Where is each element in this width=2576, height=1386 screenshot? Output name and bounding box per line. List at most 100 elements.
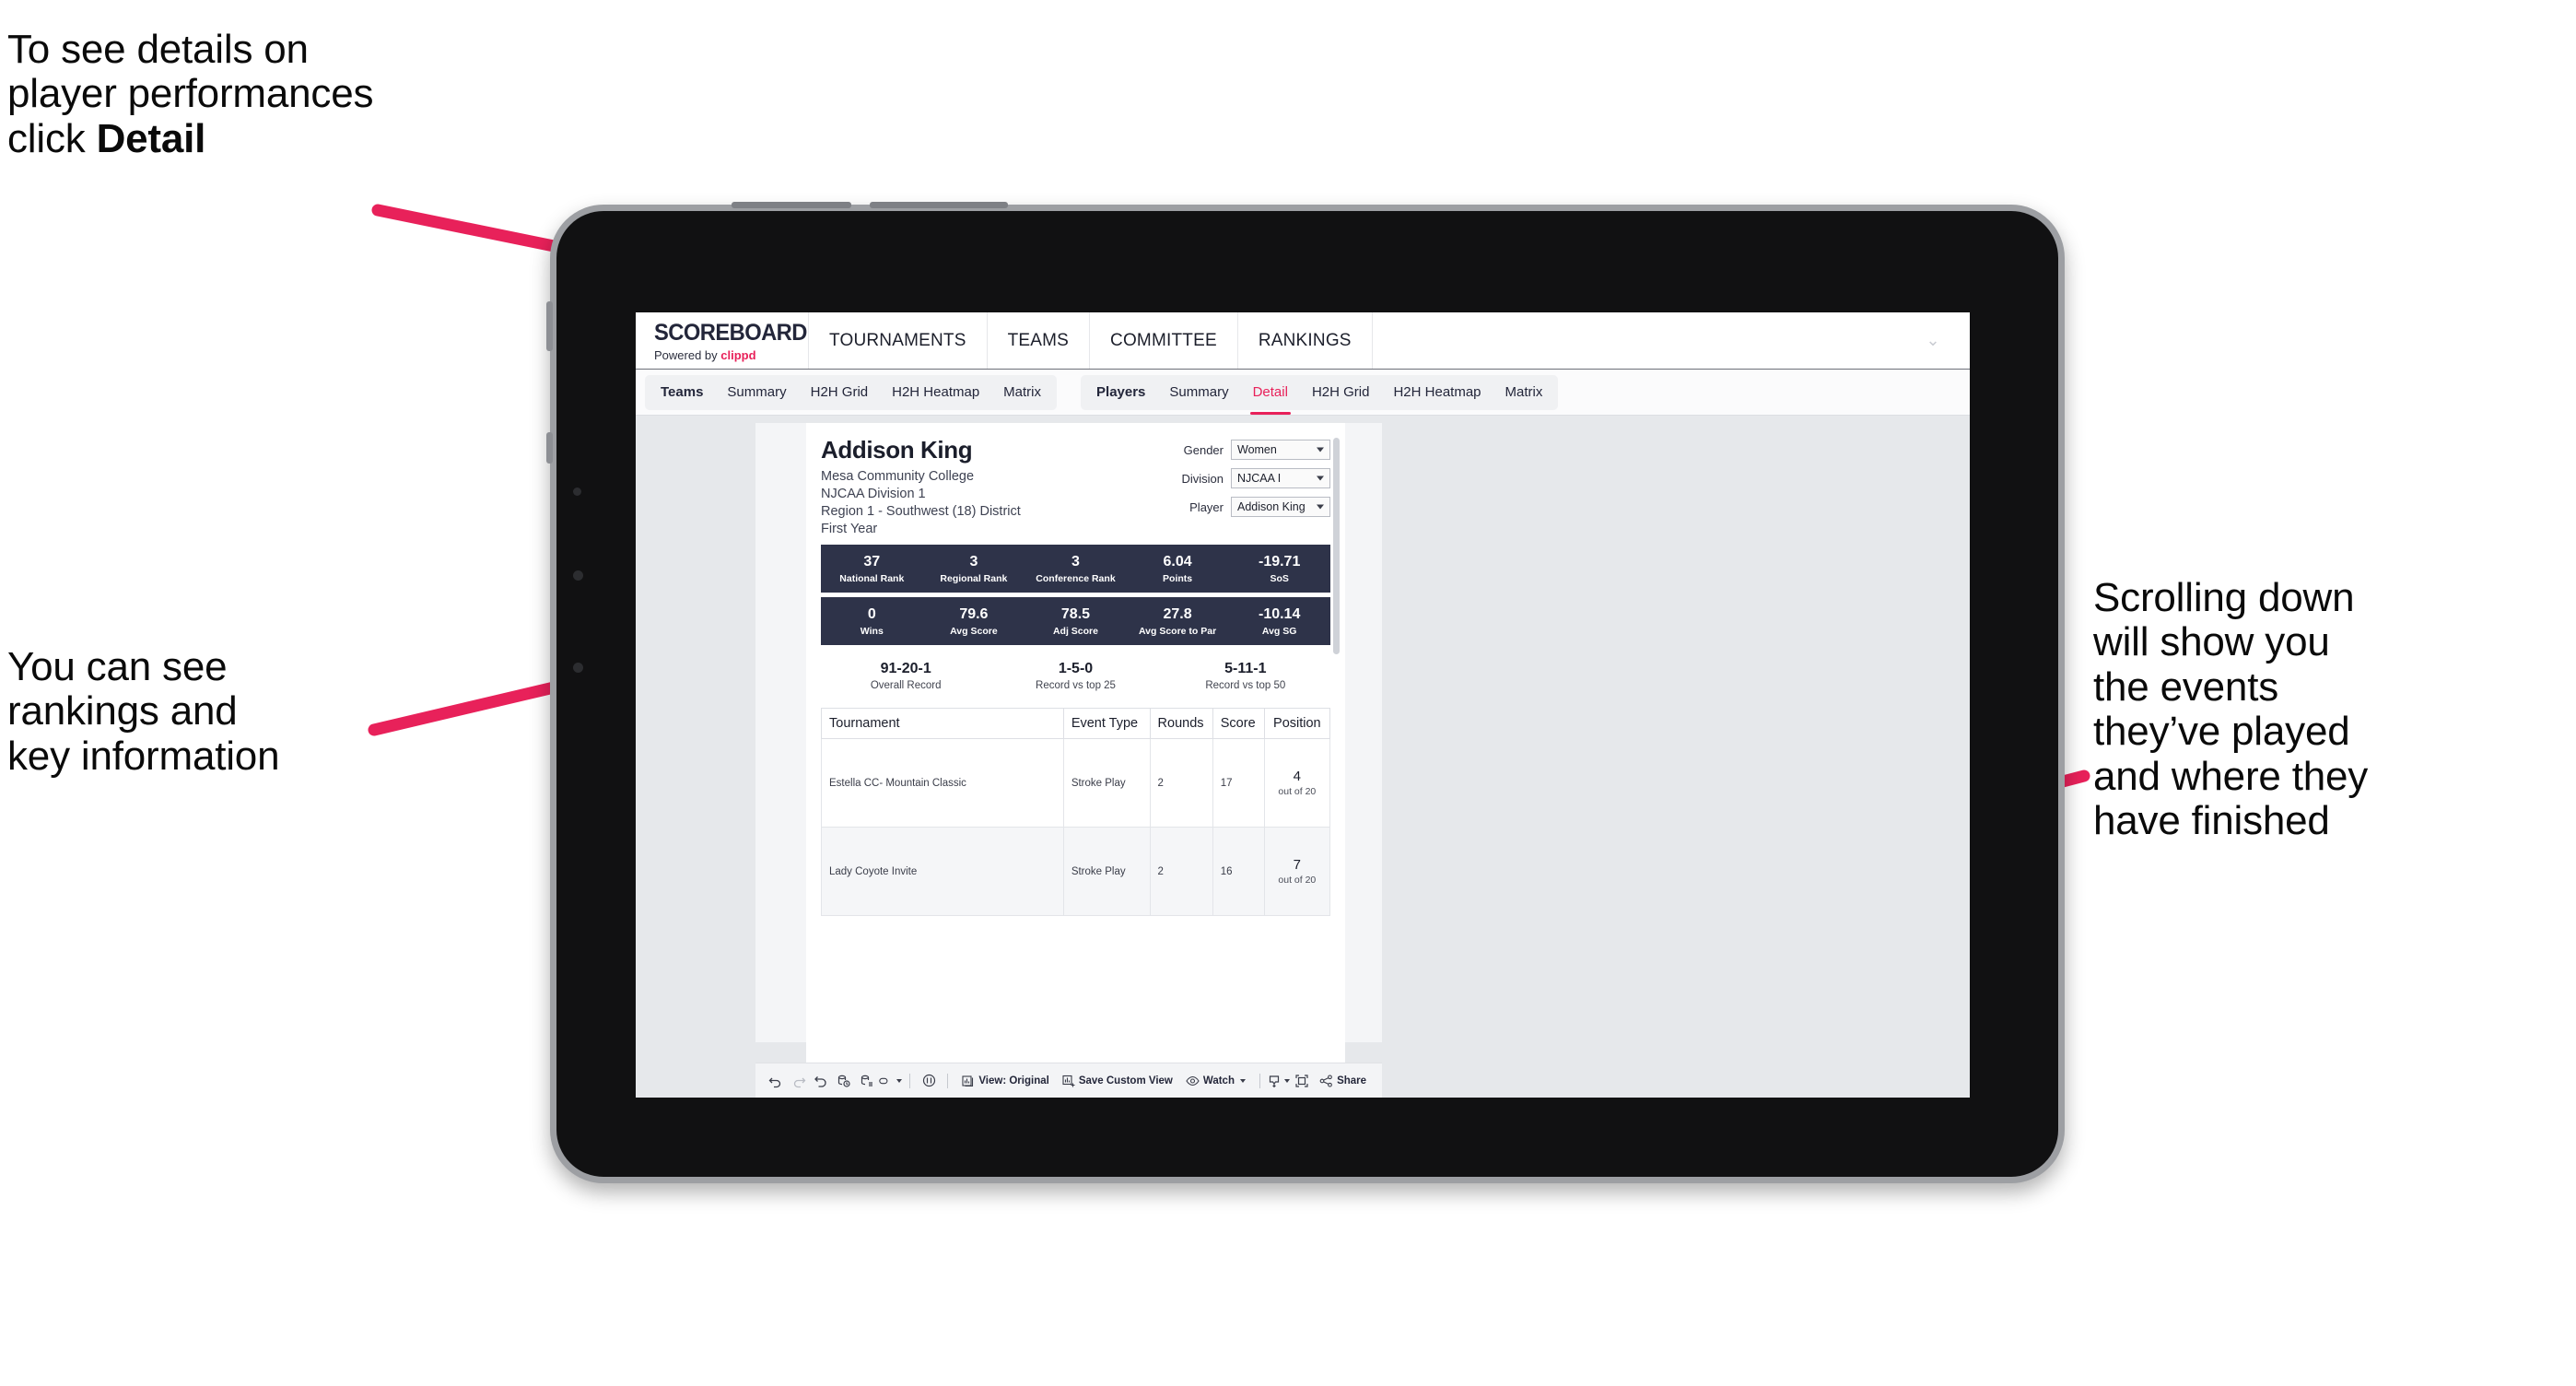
player-detail-card: Addison King Mesa Community College NJCA…: [806, 423, 1345, 1077]
filter-gender: Gender Women: [1176, 440, 1330, 460]
stats-row-rankings: 37 National Rank 3 Regional Rank 3 Confe…: [821, 545, 1330, 593]
brand-logo[interactable]: SCOREBOARD Powered by clippd: [636, 312, 809, 369]
stat-value: 37: [863, 554, 881, 570]
player-select-value: Addison King: [1237, 500, 1306, 513]
watch-label: Watch: [1202, 1075, 1235, 1086]
record-label: Overall Record: [870, 679, 942, 691]
download-icon[interactable]: [1268, 1069, 1291, 1093]
tablet-volume-down-button[interactable]: [546, 432, 553, 464]
nav-item-rankings[interactable]: RANKINGS: [1238, 312, 1373, 369]
save-custom-view-button[interactable]: Save Custom View: [1056, 1069, 1179, 1093]
cell-rounds: 2: [1149, 738, 1213, 828]
toolbar-divider: [947, 1073, 949, 1088]
cell-position: 4 out of 20: [1263, 738, 1331, 828]
stat-national-rank: 37 National Rank: [821, 554, 923, 584]
share-button[interactable]: Share: [1313, 1069, 1373, 1093]
col-header-rounds[interactable]: Rounds: [1149, 708, 1213, 740]
col-header-event-type[interactable]: Event Type: [1062, 708, 1151, 740]
table-header-row: Tournament Event Type Rounds Score Posit…: [821, 708, 1331, 740]
save-custom-view-label: Save Custom View: [1078, 1075, 1173, 1086]
division-select-value: NJCAA I: [1237, 472, 1282, 485]
toolbar-divider: [908, 1073, 910, 1088]
player-header: Addison King Mesa Community College NJCA…: [821, 436, 1330, 537]
tab-players[interactable]: Players: [1084, 375, 1157, 410]
tab-players-summary[interactable]: Summary: [1157, 375, 1240, 410]
tab-group-teams: Teams Summary H2H Grid H2H Heatmap Matri…: [645, 374, 1058, 410]
stat-value: 3: [1071, 554, 1080, 570]
undo-icon[interactable]: [765, 1069, 788, 1093]
annotation-detail-note: To see details on player performances cl…: [7, 27, 597, 161]
tab-players-detail[interactable]: Detail: [1241, 375, 1300, 415]
stat-avg-score-to-par: 27.8 Avg Score to Par: [1127, 606, 1229, 637]
stat-label: National Rank: [839, 572, 905, 584]
tab-teams-h2h-heatmap[interactable]: H2H Heatmap: [880, 375, 991, 410]
position-out-of: out of 20: [1278, 786, 1317, 798]
stat-avg-score: 79.6 Avg Score: [923, 606, 1025, 637]
brand-title: SCOREBOARD: [654, 319, 807, 346]
stat-conference-rank: 3 Conference Rank: [1025, 554, 1127, 584]
nav-item-teams[interactable]: TEAMS: [988, 312, 1091, 369]
fullscreen-icon[interactable]: [1290, 1069, 1313, 1093]
header-overflow-icon[interactable]: ⌄: [1926, 312, 1970, 369]
gender-select[interactable]: Women: [1231, 440, 1330, 460]
record-value: 91-20-1: [880, 661, 931, 677]
stat-wins: 0 Wins: [821, 606, 923, 637]
chevron-down-icon: [1284, 1078, 1291, 1083]
tab-players-matrix[interactable]: Matrix: [1493, 375, 1555, 410]
revert-icon[interactable]: [810, 1069, 833, 1093]
brand-subtitle: Powered by clippd: [654, 348, 808, 362]
col-header-tournament[interactable]: Tournament: [821, 708, 1064, 740]
gender-select-value: Women: [1237, 443, 1277, 456]
col-header-score[interactable]: Score: [1212, 708, 1265, 740]
annotation-detail-emphasis: Detail: [96, 115, 206, 161]
tab-teams-summary[interactable]: Summary: [715, 375, 798, 410]
table-row[interactable]: Estella CC- Mountain Classic Stroke Play…: [821, 738, 1331, 828]
record-value: 1-5-0: [1058, 661, 1094, 677]
app-header: SCOREBOARD Powered by clippd TOURNAMENTS…: [636, 312, 1970, 370]
stat-label: Avg SG: [1261, 625, 1297, 637]
tab-players-h2h-heatmap[interactable]: H2H Heatmap: [1381, 375, 1493, 410]
position-value: 7: [1293, 856, 1301, 873]
chevron-down-icon: [1317, 476, 1324, 481]
filter-controls: Gender Women Division NJCAA I Player Add…: [1176, 436, 1330, 537]
tablet-top-button-2[interactable]: [870, 202, 1008, 208]
tab-teams[interactable]: Teams: [649, 375, 715, 410]
cell-position: 7 out of 20: [1263, 827, 1331, 917]
chevron-down-icon: [1317, 447, 1324, 452]
tablet-top-button[interactable]: [732, 202, 851, 208]
col-header-position[interactable]: Position: [1263, 708, 1331, 740]
nav-item-committee[interactable]: COMMITTEE: [1090, 312, 1238, 369]
tab-teams-h2h-grid[interactable]: H2H Grid: [799, 375, 881, 410]
filter-division: Division NJCAA I: [1176, 468, 1330, 488]
view-original-button[interactable]: View: Original: [955, 1069, 1055, 1093]
redo-icon[interactable]: [788, 1069, 811, 1093]
player-class-year: First Year: [821, 521, 878, 536]
player-select[interactable]: Addison King: [1231, 497, 1330, 517]
watch-button[interactable]: Watch: [1179, 1069, 1252, 1093]
stat-sos: -19.71 SoS: [1228, 554, 1330, 584]
cell-tournament: Estella CC- Mountain Classic: [821, 738, 1064, 828]
device-layout-icon[interactable]: [878, 1069, 902, 1093]
pause-auto-update-icon[interactable]: [855, 1069, 878, 1093]
share-label: Share: [1337, 1075, 1367, 1086]
stat-avg-sg: -10.14 Avg SG: [1228, 606, 1330, 637]
dashboard-toolbar: View: Original Save Custom View Watch Sh…: [755, 1063, 1382, 1098]
stat-label: Points: [1163, 572, 1193, 584]
tablet-volume-up-button[interactable]: [546, 301, 553, 351]
nav-item-tournaments[interactable]: TOURNAMENTS: [809, 312, 988, 369]
refresh-data-icon[interactable]: [833, 1069, 856, 1093]
stat-value: -19.71: [1258, 554, 1301, 570]
card-vertical-scrollbar[interactable]: [1333, 438, 1340, 654]
record-overall: 91-20-1 Overall Record: [821, 661, 990, 690]
record-vs-top-25: 1-5-0 Record vs top 25: [990, 661, 1160, 690]
pause-refresh-icon[interactable]: [918, 1069, 941, 1093]
division-select[interactable]: NJCAA I: [1231, 468, 1330, 488]
view-original-label: View: Original: [978, 1075, 1049, 1086]
tab-players-h2h-grid[interactable]: H2H Grid: [1300, 375, 1382, 410]
record-value: 5-11-1: [1224, 661, 1267, 677]
tablet-sensor-icon: [573, 487, 581, 496]
tablet-camera-icon: [573, 570, 583, 581]
position-value: 4: [1293, 768, 1301, 784]
tab-teams-matrix[interactable]: Matrix: [991, 375, 1053, 410]
table-row[interactable]: Lady Coyote Invite Stroke Play 2 16 7 ou…: [821, 827, 1331, 917]
